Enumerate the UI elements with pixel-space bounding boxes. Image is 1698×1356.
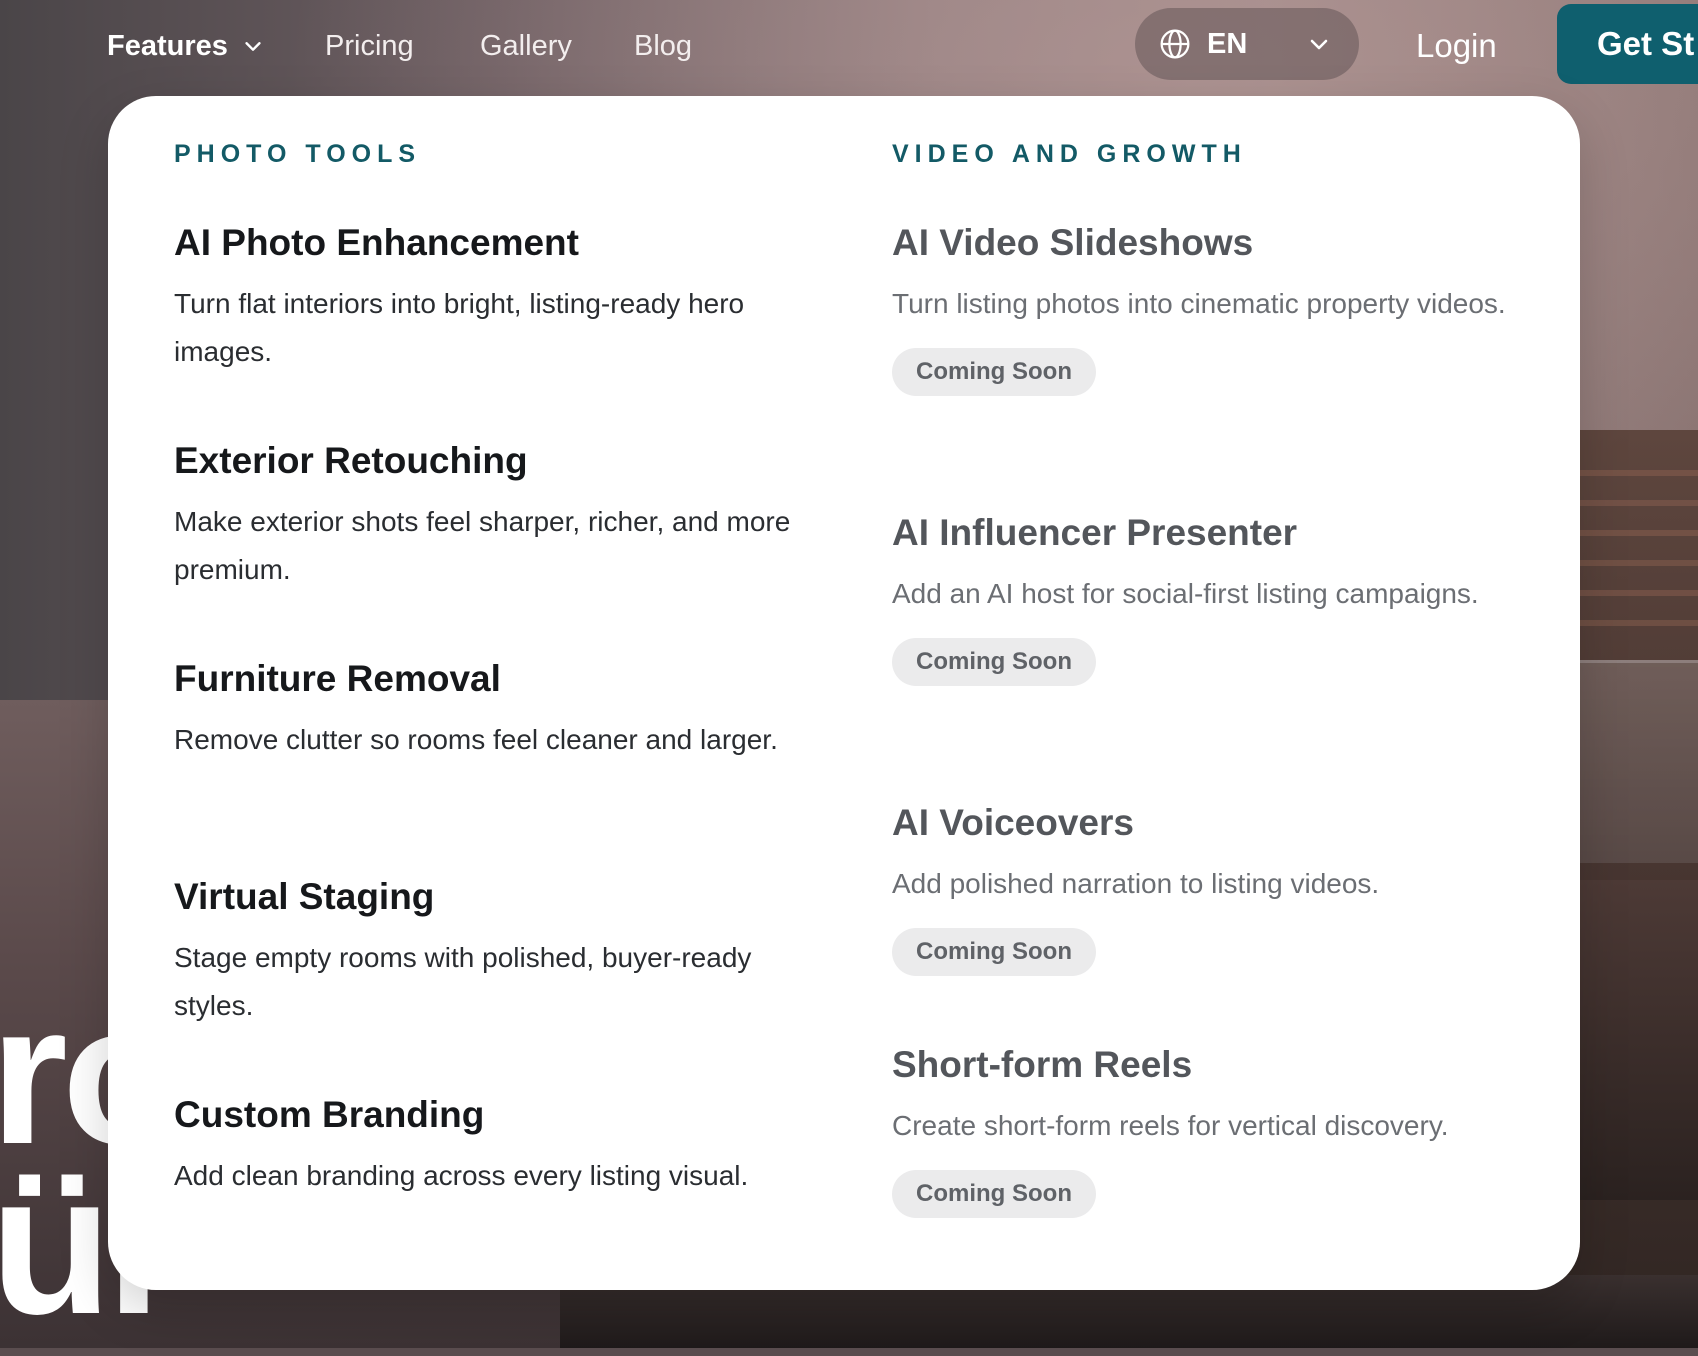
menu-item-title: AI Voiceovers [892,802,1134,843]
login-link[interactable]: Login [1416,22,1497,70]
menu-item-description: Remove clutter so rooms feel cleaner and… [174,724,778,755]
nav-gallery-link[interactable]: Gallery [480,22,572,70]
menu-item-title: AI Video Slideshows [892,222,1254,263]
menu-item-description: Stage empty rooms with polished, buyer-r… [174,942,752,1021]
section-heading-photo-tools: PHOTO TOOLS [174,140,422,168]
menu-item-title: Furniture Removal [174,658,501,699]
menu-item-short-form-reels[interactable]: Short-form Reels Create short-form reels… [892,1042,1532,1218]
menu-item-title: AI Photo Enhancement [174,222,579,263]
menu-item-title: Exterior Retouching [174,440,528,481]
menu-item-ai-voiceovers[interactable]: AI Voiceovers Add polished narration to … [892,800,1532,976]
nav-pricing-link[interactable]: Pricing [325,22,414,70]
menu-item-description: Add polished narration to listing videos… [892,868,1380,899]
coming-soon-badge: Coming Soon [892,928,1096,976]
globe-icon [1160,29,1190,59]
coming-soon-badge: Coming Soon [892,638,1096,686]
chevron-down-icon [245,42,261,51]
nav-blog-link[interactable]: Blog [634,22,692,70]
nav-features-dropdown[interactable]: Features [107,22,264,70]
menu-item-title: Short-form Reels [892,1044,1193,1085]
menu-item-description: Make exterior shots feel sharper, richer… [174,506,791,585]
menu-item-title: Virtual Staging [174,876,435,917]
menu-item-description: Turn flat interiors into bright, listing… [174,288,745,367]
top-navigation: Features Pricing Gallery Blog EN Login G… [0,0,1698,92]
menu-item-virtual-staging[interactable]: Virtual Staging Stage empty rooms with p… [174,874,814,1030]
coming-soon-badge: Coming Soon [892,348,1096,396]
menu-item-ai-influencer-presenter[interactable]: AI Influencer Presenter Add an AI host f… [892,510,1532,686]
menu-item-description: Turn listing photos into cinematic prope… [892,288,1506,319]
menu-item-description: Create short-form reels for vertical dis… [892,1110,1449,1141]
coming-soon-badge: Coming Soon [892,1170,1096,1218]
features-dropdown-panel: PHOTO TOOLS AI Photo Enhancement Turn fl… [108,96,1580,1290]
menu-item-title: AI Influencer Presenter [892,512,1298,553]
menu-item-ai-video-slideshows[interactable]: AI Video Slideshows Turn listing photos … [892,220,1532,396]
chevron-down-icon [1310,39,1328,50]
section-heading-video-growth: VIDEO AND GROWTH [892,140,1247,168]
menu-item-exterior-retouching[interactable]: Exterior Retouching Make exterior shots … [174,438,814,594]
menu-item-description: Add clean branding across every listing … [174,1160,749,1191]
language-selector[interactable]: EN [1135,8,1359,80]
nav-features-label: Features [107,29,228,62]
menu-item-description: Add an AI host for social-first listing … [892,578,1479,609]
menu-item-custom-branding[interactable]: Custom Branding Add clean branding acros… [174,1092,814,1200]
menu-item-ai-photo-enhancement[interactable]: AI Photo Enhancement Turn flat interiors… [174,220,814,376]
menu-item-title: Custom Branding [174,1094,485,1135]
language-code: EN [1207,27,1248,60]
menu-item-furniture-removal[interactable]: Furniture Removal Remove clutter so room… [174,656,814,764]
get-started-button[interactable]: Get St [1557,4,1698,84]
